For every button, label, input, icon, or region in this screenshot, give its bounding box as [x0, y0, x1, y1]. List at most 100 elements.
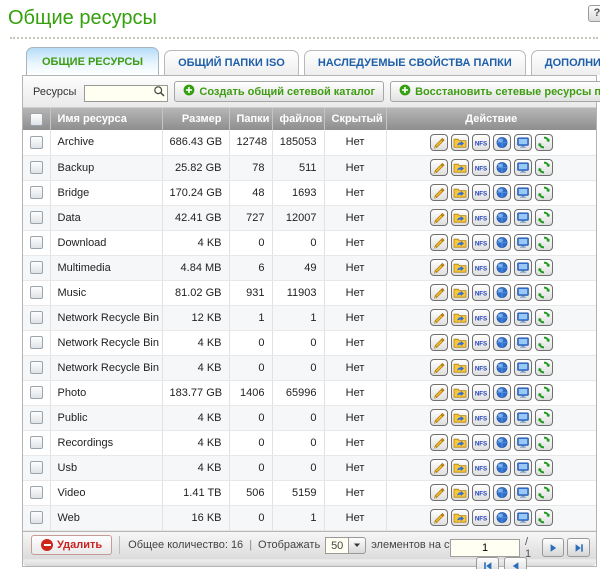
- prev-page-button[interactable]: [504, 557, 527, 569]
- edit-action-button[interactable]: [430, 459, 448, 476]
- row-checkbox[interactable]: [30, 361, 43, 374]
- tab-iso-shares[interactable]: ОБЩИЙ ПАПКИ ISO: [164, 50, 299, 75]
- web-access-action-button[interactable]: [493, 284, 511, 301]
- share-folder-action-button[interactable]: [451, 234, 469, 251]
- web-access-action-button[interactable]: [493, 409, 511, 426]
- help-icon[interactable]: ?: [588, 5, 600, 22]
- network-drive-action-button[interactable]: [514, 484, 532, 501]
- nfs-action-button[interactable]: NFS: [472, 309, 490, 326]
- share-folder-action-button[interactable]: [451, 509, 469, 526]
- search-icon[interactable]: [153, 85, 166, 103]
- edit-action-button[interactable]: [430, 184, 448, 201]
- tab-folder-aggregation[interactable]: НАСЛЕДУЕМЫЕ СВОЙСТВА ПАПКИ: [304, 50, 526, 75]
- nfs-action-button[interactable]: NFS: [472, 434, 490, 451]
- refresh-action-button[interactable]: [535, 509, 553, 526]
- refresh-action-button[interactable]: [535, 284, 553, 301]
- edit-action-button[interactable]: [430, 159, 448, 176]
- refresh-action-button[interactable]: [535, 259, 553, 276]
- share-folder-action-button[interactable]: [451, 334, 469, 351]
- nfs-action-button[interactable]: NFS: [472, 184, 490, 201]
- web-access-action-button[interactable]: [493, 359, 511, 376]
- network-drive-action-button[interactable]: [514, 509, 532, 526]
- nfs-action-button[interactable]: NFS: [472, 409, 490, 426]
- network-drive-action-button[interactable]: [514, 134, 532, 151]
- edit-action-button[interactable]: [430, 284, 448, 301]
- col-hidden[interactable]: Скрытый: [324, 108, 386, 130]
- refresh-action-button[interactable]: [535, 359, 553, 376]
- col-name[interactable]: Имя ресурса: [50, 108, 162, 130]
- row-checkbox[interactable]: [30, 236, 43, 249]
- refresh-action-button[interactable]: [535, 159, 553, 176]
- row-checkbox[interactable]: [30, 136, 43, 149]
- refresh-action-button[interactable]: [535, 209, 553, 226]
- row-checkbox[interactable]: [30, 411, 43, 424]
- row-checkbox[interactable]: [30, 436, 43, 449]
- web-access-action-button[interactable]: [493, 259, 511, 276]
- refresh-action-button[interactable]: [535, 334, 553, 351]
- row-checkbox[interactable]: [30, 461, 43, 474]
- share-folder-action-button[interactable]: [451, 359, 469, 376]
- nfs-action-button[interactable]: NFS: [472, 284, 490, 301]
- row-checkbox[interactable]: [30, 311, 43, 324]
- share-folder-action-button[interactable]: [451, 384, 469, 401]
- edit-action-button[interactable]: [430, 334, 448, 351]
- edit-action-button[interactable]: [430, 259, 448, 276]
- row-checkbox[interactable]: [30, 161, 43, 174]
- share-folder-action-button[interactable]: [451, 484, 469, 501]
- delete-button[interactable]: Удалить: [31, 535, 112, 555]
- edit-action-button[interactable]: [430, 359, 448, 376]
- network-drive-action-button[interactable]: [514, 184, 532, 201]
- web-access-action-button[interactable]: [493, 209, 511, 226]
- web-access-action-button[interactable]: [493, 384, 511, 401]
- share-folder-action-button[interactable]: [451, 434, 469, 451]
- network-drive-action-button[interactable]: [514, 259, 532, 276]
- nfs-action-button[interactable]: NFS: [472, 484, 490, 501]
- edit-action-button[interactable]: [430, 409, 448, 426]
- share-folder-action-button[interactable]: [451, 284, 469, 301]
- nfs-action-button[interactable]: NFS: [472, 334, 490, 351]
- edit-action-button[interactable]: [430, 209, 448, 226]
- web-access-action-button[interactable]: [493, 184, 511, 201]
- first-page-button[interactable]: [476, 557, 499, 569]
- web-access-action-button[interactable]: [493, 334, 511, 351]
- web-access-action-button[interactable]: [493, 434, 511, 451]
- next-page-button[interactable]: [542, 538, 565, 557]
- row-checkbox[interactable]: [30, 386, 43, 399]
- row-checkbox[interactable]: [30, 211, 43, 224]
- last-page-button[interactable]: [567, 538, 590, 557]
- nfs-action-button[interactable]: NFS: [472, 234, 490, 251]
- edit-action-button[interactable]: [430, 234, 448, 251]
- share-folder-action-button[interactable]: [451, 459, 469, 476]
- col-folders[interactable]: Папки: [229, 108, 272, 130]
- create-share-button[interactable]: Создать общий сетевой каталог: [174, 81, 384, 102]
- refresh-action-button[interactable]: [535, 234, 553, 251]
- nfs-action-button[interactable]: NFS: [472, 384, 490, 401]
- row-checkbox[interactable]: [30, 286, 43, 299]
- nfs-action-button[interactable]: NFS: [472, 459, 490, 476]
- page-number-input[interactable]: [450, 539, 520, 557]
- row-checkbox[interactable]: [30, 511, 43, 524]
- network-drive-action-button[interactable]: [514, 234, 532, 251]
- edit-action-button[interactable]: [430, 509, 448, 526]
- network-drive-action-button[interactable]: [514, 284, 532, 301]
- nfs-action-button[interactable]: NFS: [472, 209, 490, 226]
- share-folder-action-button[interactable]: [451, 159, 469, 176]
- network-drive-action-button[interactable]: [514, 384, 532, 401]
- edit-action-button[interactable]: [430, 484, 448, 501]
- refresh-action-button[interactable]: [535, 409, 553, 426]
- nfs-action-button[interactable]: NFS: [472, 159, 490, 176]
- page-size-value[interactable]: 50: [325, 537, 349, 554]
- web-access-action-button[interactable]: [493, 134, 511, 151]
- refresh-action-button[interactable]: [535, 434, 553, 451]
- network-drive-action-button[interactable]: [514, 309, 532, 326]
- web-access-action-button[interactable]: [493, 509, 511, 526]
- nfs-action-button[interactable]: NFS: [472, 134, 490, 151]
- refresh-action-button[interactable]: [535, 459, 553, 476]
- web-access-action-button[interactable]: [493, 159, 511, 176]
- col-size[interactable]: Размер: [162, 108, 229, 130]
- refresh-action-button[interactable]: [535, 184, 553, 201]
- network-drive-action-button[interactable]: [514, 459, 532, 476]
- refresh-action-button[interactable]: [535, 484, 553, 501]
- share-folder-action-button[interactable]: [451, 259, 469, 276]
- edit-action-button[interactable]: [430, 434, 448, 451]
